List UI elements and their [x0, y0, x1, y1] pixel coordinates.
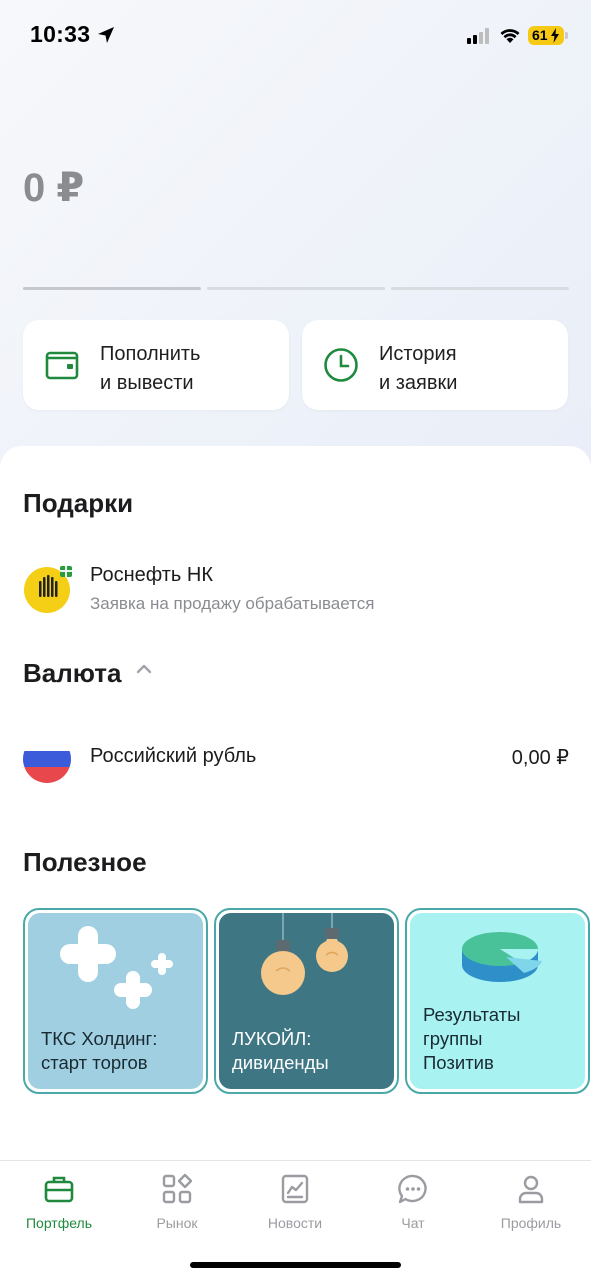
gift-status: Заявка на продажу обрабатывается [90, 594, 375, 613]
light-bulbs-icon [261, 913, 348, 995]
market-icon [162, 1173, 193, 1204]
portfolio-balance: 0 ₽ [23, 166, 85, 210]
tab-news[interactable]: Новости [240, 1173, 350, 1231]
tab-portfolio[interactable]: Портфель [4, 1173, 114, 1231]
chat-icon [398, 1174, 427, 1204]
tab-label: Профиль [500, 1215, 562, 1231]
tab-label: Чат [401, 1215, 425, 1231]
topup-withdraw-label: Пополнить и вывести [100, 343, 201, 394]
currency-amount: 0,00 ₽ [511, 747, 569, 769]
story-text: ЛУКОЙЛ: дивиденды [232, 1028, 329, 1073]
russia-flag-icon [23, 735, 71, 783]
rosneft-logo-icon [24, 566, 72, 613]
story-card-tcs[interactable]: ТКС Холдинг: старт торгов [23, 908, 208, 1094]
chevron-up-icon[interactable] [135, 662, 153, 676]
page-indicator [391, 287, 569, 290]
clock-icon [324, 348, 358, 382]
story-text: Результаты группы Позитив [423, 1004, 521, 1073]
story-text: ТКС Холдинг: старт торгов [41, 1028, 158, 1073]
news-icon [281, 1174, 309, 1204]
home-indicator[interactable] [190, 1262, 401, 1268]
wifi-icon [500, 29, 520, 43]
tab-chat[interactable]: Чат [358, 1173, 468, 1231]
useful-section-title: Полезное [23, 847, 147, 877]
history-orders-label: История и заявки [379, 343, 458, 394]
status-time: 10:33 [30, 21, 91, 47]
story-card-lukoil[interactable]: ЛУКОЙЛ: дивиденды [214, 908, 399, 1094]
story-card-positive[interactable]: Результаты группы Позитив [405, 908, 590, 1094]
tab-label: Новости [267, 1215, 323, 1231]
profile-icon [518, 1175, 544, 1204]
plus-shapes-icon [60, 926, 173, 1009]
charging-bolt-icon [551, 28, 559, 43]
currency-section-title[interactable]: Валюта [23, 658, 122, 689]
battery-indicator: 61 [528, 26, 568, 45]
carousel-page-indicators [23, 287, 569, 291]
briefcase-icon [44, 1176, 74, 1203]
topup-withdraw-button[interactable]: Пополнить и вывести [23, 320, 289, 410]
tab-market[interactable]: Рынок [122, 1173, 232, 1231]
location-arrow-icon [98, 27, 114, 43]
signal-icon [467, 28, 489, 44]
wallet-icon [45, 351, 79, 380]
tab-label: Рынок [156, 1215, 198, 1231]
page-indicator [23, 287, 201, 290]
currency-name: Российский рубль [90, 745, 257, 767]
history-orders-button[interactable]: История и заявки [302, 320, 568, 410]
gifts-section-title: Подарки [23, 488, 134, 518]
status-bar: 10:33 61 [0, 0, 591, 70]
battery-level: 61 [532, 27, 548, 43]
page-indicator [207, 287, 385, 290]
tab-profile[interactable]: Профиль [476, 1173, 586, 1231]
tab-label: Портфель [25, 1215, 93, 1231]
gift-name: Роснефть НК [90, 564, 213, 586]
